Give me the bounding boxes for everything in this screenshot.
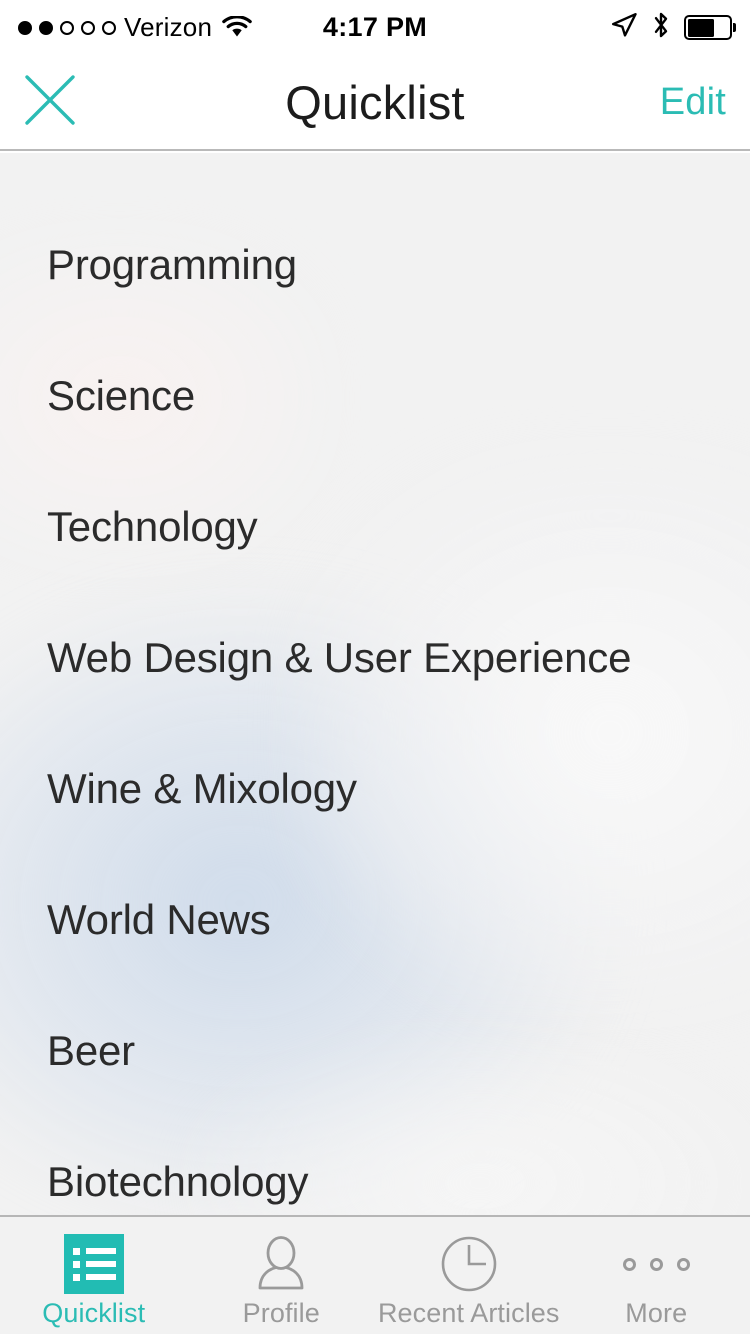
list-item-label: Programming [47,240,297,288]
person-icon [250,1234,312,1294]
app-screen: Verizon 4:17 PM Quicklist Edit Programmi… [0,0,750,1334]
list-item-label: Beer [47,1026,135,1074]
tab-label: Recent Articles [377,1298,560,1328]
list-item-label: Wine & Mixology [47,764,357,812]
page-title: Quicklist [285,75,465,129]
list-item-label: World News [47,895,271,943]
list-item[interactable]: World News [0,854,750,985]
location-arrow-icon [610,12,638,43]
list-item[interactable]: Wine & Mixology [0,723,750,854]
edit-button[interactable]: Edit [660,55,726,149]
tab-more[interactable]: More [563,1217,750,1334]
clock-icon [439,1234,499,1294]
list-item[interactable]: Web Design & User Experience [0,592,750,723]
list-icon [63,1234,124,1294]
battery-icon [684,15,736,40]
navigation-bar: Quicklist Edit [0,55,750,151]
status-bar-right [610,0,736,55]
list-item[interactable]: Science [0,330,750,461]
list-item-label: Technology [47,502,258,550]
tab-label: Quicklist [42,1298,146,1328]
list-item-label: Biotechnology [47,1157,309,1205]
list-item[interactable]: Beer [0,985,750,1116]
quicklist-content: Programming Science Technology Web Desig… [0,153,750,1215]
tab-bar: Quicklist Profile Recent Articles More [0,1215,750,1334]
list-item-label: Web Design & User Experience [47,633,632,681]
tab-recent-articles[interactable]: Recent Articles [375,1217,563,1334]
list-item[interactable]: Programming [0,199,750,330]
bluetooth-icon [651,11,671,44]
quicklist-items: Programming Science Technology Web Desig… [0,153,750,1215]
tab-profile[interactable]: Profile [188,1217,376,1334]
tab-label: Profile [242,1298,320,1328]
tab-quicklist[interactable]: Quicklist [0,1217,188,1334]
list-item[interactable]: Biotechnology [0,1116,750,1215]
list-item[interactable]: Technology [0,461,750,592]
list-item-label: Science [47,371,196,419]
status-bar: Verizon 4:17 PM [0,0,750,55]
status-bar-clock: 4:17 PM [322,12,428,42]
tab-label: More [625,1298,688,1328]
ellipsis-icon [622,1234,690,1294]
